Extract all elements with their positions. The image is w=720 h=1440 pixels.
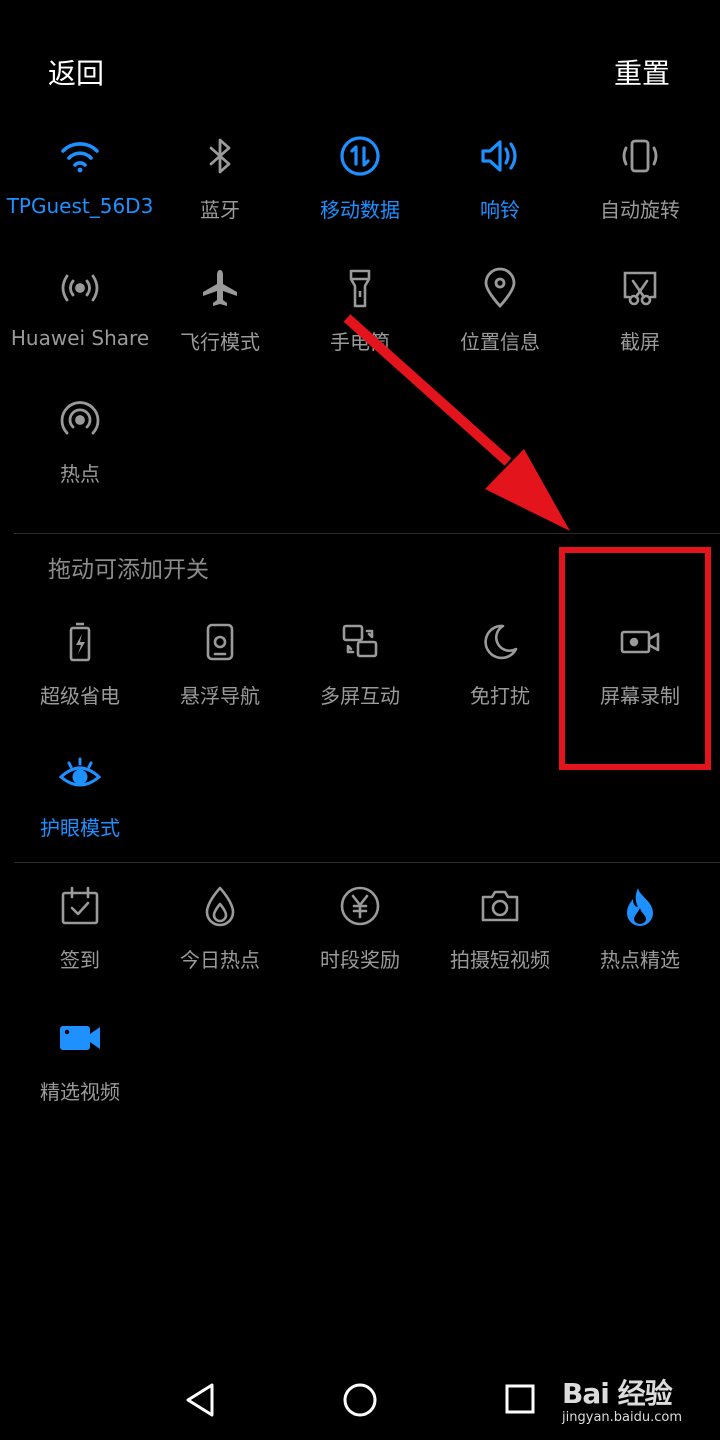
auto-rotate-icon: [618, 134, 662, 178]
tile-label: 移动数据: [320, 198, 400, 222]
watermark-url: jingyan.baidu.com: [562, 1410, 682, 1425]
section-divider: [14, 862, 720, 863]
tile-hotspot[interactable]: 热点: [10, 390, 150, 500]
hotspot-icon: [58, 398, 102, 442]
tile-label: 截屏: [620, 330, 660, 354]
tile-mobile-data[interactable]: 移动数据: [290, 126, 430, 236]
tile-label: 热点精选: [600, 948, 680, 972]
tile-short-video[interactable]: 拍摄短视频: [430, 876, 570, 986]
section-divider: [14, 533, 720, 534]
tile-label: 多屏互动: [320, 684, 400, 708]
tile-label: 签到: [60, 948, 100, 972]
moon-icon: [478, 620, 522, 664]
battery-saver-icon: [58, 620, 102, 664]
tile-label: 精选视频: [40, 1080, 120, 1104]
eye-icon: [58, 752, 102, 796]
back-triangle-icon[interactable]: [183, 1382, 217, 1418]
tile-label: 热点: [60, 462, 100, 486]
tile-label: 免打扰: [470, 684, 530, 708]
recents-square-icon[interactable]: [504, 1383, 538, 1417]
home-circle-icon[interactable]: [342, 1382, 378, 1418]
check-in-icon: [58, 884, 102, 928]
multi-screen-icon: [338, 620, 382, 664]
tile-today-hot[interactable]: 今日热点: [150, 876, 290, 986]
video-icon: [58, 1016, 102, 1060]
floating-nav-icon: [198, 620, 242, 664]
tile-wifi[interactable]: TPGuest_56D3: [7, 126, 153, 236]
camera-icon: [478, 884, 522, 928]
tile-label: 护眼模式: [40, 816, 120, 840]
tile-label: 超级省电: [40, 684, 120, 708]
tile-multi-screen[interactable]: 多屏互动: [290, 612, 430, 722]
tile-ring[interactable]: 响铃: [430, 126, 570, 236]
tile-time-reward[interactable]: 时段奖励: [290, 876, 430, 986]
tile-check-in[interactable]: 签到: [10, 876, 150, 986]
tile-label: TPGuest_56D3: [6, 194, 154, 218]
tile-floating-nav[interactable]: 悬浮导航: [150, 612, 290, 722]
tile-label: 蓝牙: [200, 198, 240, 222]
tile-label: 悬浮导航: [180, 684, 260, 708]
bluetooth-icon: [198, 134, 242, 178]
tile-label: 拍摄短视频: [450, 948, 550, 972]
mobile-data-icon: [338, 134, 382, 178]
tile-airplane[interactable]: 飞行模式: [150, 258, 290, 368]
tile-screenshot[interactable]: 截屏: [570, 258, 710, 368]
tile-featured-video[interactable]: 精选视频: [10, 1008, 150, 1118]
tile-auto-rotate[interactable]: 自动旋转: [570, 126, 710, 236]
tile-label: 位置信息: [460, 330, 540, 354]
reset-button[interactable]: 重置: [614, 52, 670, 92]
volume-icon: [478, 134, 522, 178]
section-title: 拖动可添加开关: [48, 557, 209, 583]
tile-hot-picks[interactable]: 热点精选: [570, 876, 710, 986]
tile-do-not-disturb[interactable]: 免打扰: [430, 612, 570, 722]
screenshot-icon: [618, 266, 662, 310]
tile-label: 飞行模式: [180, 330, 260, 354]
tile-label: 响铃: [480, 198, 520, 222]
tile-label: 自动旋转: [600, 198, 680, 222]
back-button[interactable]: 返回: [48, 52, 104, 92]
tile-label: 手电筒: [330, 330, 390, 354]
tile-battery-saver[interactable]: 超级省电: [10, 612, 150, 722]
tile-flashlight[interactable]: 手电筒: [290, 258, 430, 368]
wifi-icon: [58, 134, 102, 178]
airplane-icon: [198, 266, 242, 310]
baidu-watermark: Bai 经验 jingyan.baidu.com: [562, 1372, 682, 1425]
tile-huawei-share[interactable]: Huawei Share: [10, 258, 150, 368]
yuan-icon: [338, 884, 382, 928]
annotation-highlight-box: [559, 547, 711, 770]
tile-label: Huawei Share: [10, 326, 150, 350]
tile-label: 今日热点: [180, 948, 260, 972]
tile-eye-comfort[interactable]: 护眼模式: [10, 744, 150, 854]
tile-bluetooth[interactable]: 蓝牙: [150, 126, 290, 236]
flashlight-icon: [338, 266, 382, 310]
tile-label: 时段奖励: [320, 948, 400, 972]
huawei-share-icon: [58, 266, 102, 310]
flame-icon: [618, 884, 662, 928]
watermark-brand: Bai 经验: [562, 1377, 673, 1410]
drop-icon: [198, 884, 242, 928]
location-icon: [478, 266, 522, 310]
tile-location[interactable]: 位置信息: [430, 258, 570, 368]
